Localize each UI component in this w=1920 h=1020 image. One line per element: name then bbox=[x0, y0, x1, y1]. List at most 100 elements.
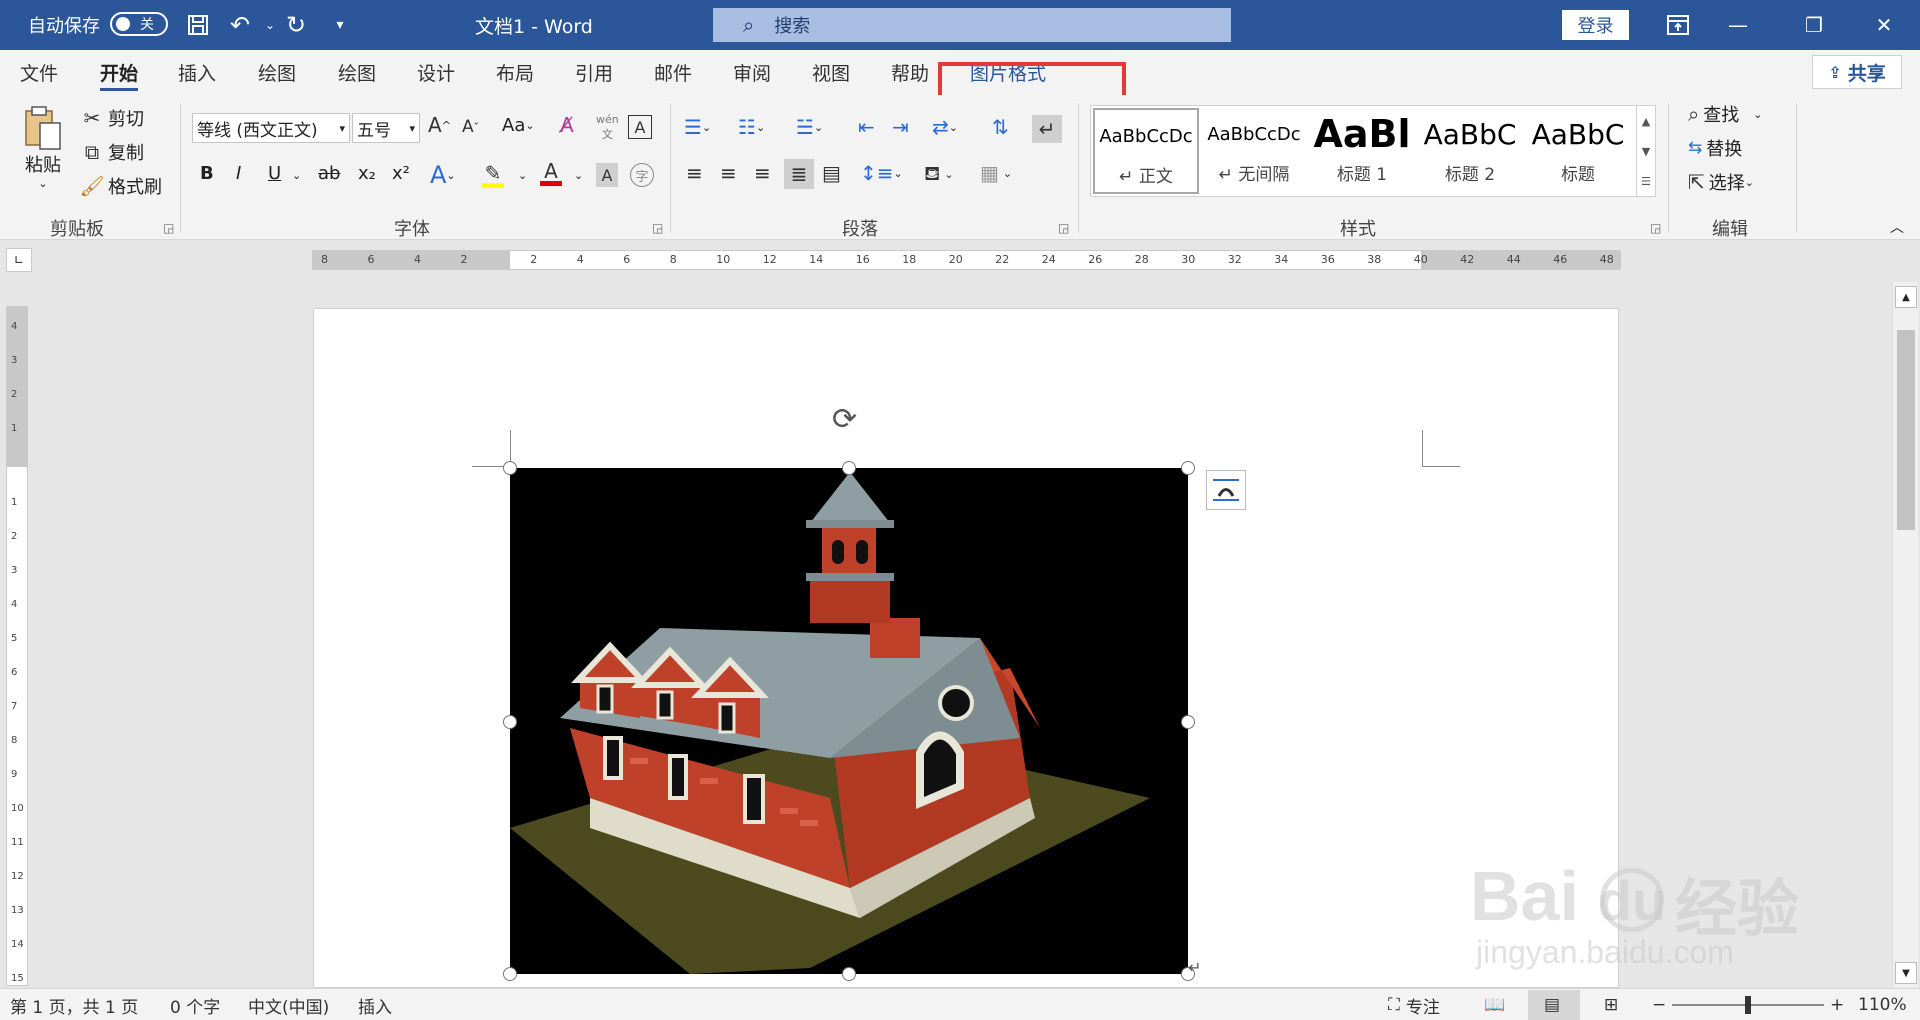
shading-button[interactable]: ⛾ ⌄ bbox=[924, 161, 954, 188]
word-count[interactable]: 0 个字 bbox=[170, 989, 220, 1020]
increase-indent-button[interactable]: ⇥ bbox=[892, 115, 909, 139]
format-painter-button[interactable]: 🖌 格式刷 bbox=[79, 173, 162, 199]
zoom-in-icon[interactable]: + bbox=[1830, 989, 1844, 1020]
multilevel-list-button[interactable]: ☱ ⌄ bbox=[796, 115, 823, 139]
tab-help[interactable]: 帮助 bbox=[891, 50, 929, 95]
scroll-up-icon[interactable]: ▲ bbox=[1642, 115, 1650, 128]
bullets-button[interactable]: ☰ ⌄ bbox=[684, 115, 711, 139]
paragraph-launcher-icon[interactable]: ◲ bbox=[1058, 221, 1069, 235]
collapse-ribbon-icon[interactable]: ︿ bbox=[1890, 217, 1904, 237]
tab-file[interactable]: 文件 bbox=[20, 50, 58, 95]
tab-view[interactable]: 视图 bbox=[812, 50, 850, 95]
copy-button[interactable]: ⧉ 复制 bbox=[80, 139, 144, 165]
underline-dropdown-icon[interactable]: ⌄ bbox=[292, 169, 301, 182]
resize-handle-bottom[interactable] bbox=[842, 967, 856, 981]
style-no-spacing[interactable]: AaBbCcDc ↵ 无间隔 bbox=[1201, 108, 1307, 194]
restore-icon[interactable]: ❐ bbox=[1784, 0, 1844, 50]
highlight-dropdown-icon[interactable]: ⌄ bbox=[518, 169, 527, 182]
redo-icon[interactable]: ↻ bbox=[278, 0, 314, 50]
bold-button[interactable]: B bbox=[200, 163, 214, 184]
resize-handle-bottom-left[interactable] bbox=[503, 967, 517, 981]
show-paragraph-marks-button[interactable]: ↵ bbox=[1032, 115, 1062, 143]
print-layout-icon[interactable]: ▤ bbox=[1544, 989, 1560, 1020]
strikethrough-button[interactable]: ab bbox=[318, 163, 340, 184]
tab-home[interactable]: 开始 bbox=[100, 50, 139, 95]
page-count[interactable]: 第 1 页，共 1 页 bbox=[10, 989, 138, 1020]
close-icon[interactable]: ✕ bbox=[1854, 0, 1914, 50]
scroll-up-icon[interactable]: ▲ bbox=[1895, 286, 1917, 308]
font-color-button[interactable]: A bbox=[540, 159, 562, 186]
sort-button[interactable]: ⇅ bbox=[992, 115, 1009, 139]
style-normal[interactable]: AaBbCcDc ↵ 正文 bbox=[1093, 108, 1199, 194]
resize-handle-left[interactable] bbox=[503, 715, 517, 729]
tab-selector[interactable]: ∟ bbox=[6, 248, 32, 272]
select-button[interactable]: ⇱ 选择 ⌄ bbox=[1688, 169, 1754, 195]
resize-handle-top-left[interactable] bbox=[503, 461, 517, 475]
focus-button[interactable]: ⛶ 专注 bbox=[1388, 989, 1440, 1020]
clipboard-launcher-icon[interactable]: ◲ bbox=[163, 221, 174, 235]
font-size-select[interactable]: 五号 ▾ bbox=[352, 113, 420, 143]
change-case-button[interactable]: Aa ⌄ bbox=[502, 115, 535, 136]
tab-mailings[interactable]: 邮件 bbox=[654, 50, 692, 95]
replace-button[interactable]: ⇆ 替换 bbox=[1688, 135, 1742, 161]
highlight-color-button[interactable]: ✎ bbox=[482, 161, 504, 188]
phonetic-guide-button[interactable]: wén 文 bbox=[596, 113, 619, 142]
underline-button[interactable]: U bbox=[268, 163, 281, 184]
text-direction-button[interactable]: ⇄ ⌄ bbox=[932, 115, 958, 139]
tab-layout[interactable]: 布局 bbox=[496, 50, 534, 95]
tab-draw[interactable]: 绘图 bbox=[258, 50, 296, 95]
shrink-font-button[interactable]: Aˇ bbox=[462, 117, 479, 137]
save-icon[interactable] bbox=[180, 0, 216, 50]
autosave-toggle[interactable]: 关 bbox=[110, 12, 168, 36]
paste-button[interactable]: 粘贴 ⌄ bbox=[22, 105, 64, 190]
vertical-scrollbar[interactable]: ▲ ▼ bbox=[1892, 282, 1918, 988]
line-spacing-button[interactable]: ↕≡ ⌄ bbox=[860, 161, 903, 185]
resize-handle-top-right[interactable] bbox=[1181, 461, 1195, 475]
tab-review[interactable]: 审阅 bbox=[733, 50, 771, 95]
resize-handle-top[interactable] bbox=[842, 461, 856, 475]
share-button[interactable]: ⇪ 共享 bbox=[1812, 55, 1902, 89]
enclose-characters-button[interactable]: 字 bbox=[630, 163, 654, 187]
layout-options-icon[interactable] bbox=[1206, 470, 1246, 510]
superscript-button[interactable]: x² bbox=[392, 163, 410, 184]
tab-design[interactable]: 设计 bbox=[417, 50, 455, 95]
inserted-picture[interactable] bbox=[510, 468, 1188, 974]
minimize-icon[interactable]: — bbox=[1708, 0, 1768, 50]
styles-launcher-icon[interactable]: ◲ bbox=[1650, 221, 1661, 235]
login-button[interactable]: 登录 bbox=[1562, 10, 1629, 40]
character-shading-button[interactable]: A bbox=[596, 163, 618, 187]
scroll-down-icon[interactable]: ▼ bbox=[1895, 962, 1917, 984]
ribbon-display-options-icon[interactable] bbox=[1648, 0, 1708, 50]
find-button[interactable]: ⌕ 查找 ⌄ bbox=[1688, 101, 1762, 127]
insert-mode[interactable]: 插入 bbox=[358, 989, 392, 1020]
distributed-button[interactable]: ▤ bbox=[822, 161, 841, 185]
text-effects-button[interactable]: A ⌄ bbox=[430, 161, 456, 189]
customize-qat-icon[interactable]: ▾ bbox=[322, 0, 358, 50]
subscript-button[interactable]: x₂ bbox=[358, 163, 376, 184]
cut-button[interactable]: ✂ 剪切 bbox=[80, 105, 144, 131]
zoom-slider-thumb[interactable] bbox=[1745, 996, 1751, 1014]
tab-insert[interactable]: 插入 bbox=[178, 50, 216, 95]
font-name-select[interactable]: 等线 (西文正文) ▾ bbox=[192, 113, 350, 143]
style-title[interactable]: AaBbC 标题 bbox=[1525, 108, 1631, 194]
numbering-button[interactable]: ☷ ⌄ bbox=[738, 115, 765, 139]
align-left-button[interactable]: ≡ bbox=[686, 161, 703, 185]
more-styles-icon[interactable]: ☰ bbox=[1641, 175, 1651, 188]
read-mode-icon[interactable]: 📖 bbox=[1484, 989, 1505, 1020]
font-color-dropdown-icon[interactable]: ⌄ bbox=[574, 169, 583, 182]
font-launcher-icon[interactable]: ◲ bbox=[652, 221, 663, 235]
style-heading-1[interactable]: AaBl 标题 1 bbox=[1309, 108, 1415, 194]
align-right-button[interactable]: ≡ bbox=[754, 161, 771, 185]
tab-draw-2[interactable]: 绘图 bbox=[338, 50, 376, 95]
zoom-level[interactable]: 110% bbox=[1858, 989, 1907, 1020]
scroll-down-icon[interactable]: ▼ bbox=[1642, 145, 1650, 158]
zoom-out-icon[interactable]: − bbox=[1652, 989, 1666, 1020]
italic-button[interactable]: I bbox=[236, 163, 241, 184]
tab-references[interactable]: 引用 bbox=[575, 50, 613, 95]
web-layout-icon[interactable]: ⊞ bbox=[1604, 989, 1618, 1020]
vertical-ruler[interactable]: 4 3 2 1 1 2 3 4 5 6 7 8 9 10 11 12 13 14 15 bbox=[6, 306, 28, 986]
character-border-button[interactable]: A bbox=[628, 115, 652, 139]
search-box[interactable]: ⌕ 搜索 bbox=[713, 8, 1231, 42]
align-center-button[interactable]: ≡ bbox=[720, 161, 737, 185]
style-heading-2[interactable]: AaBbC 标题 2 bbox=[1417, 108, 1523, 194]
